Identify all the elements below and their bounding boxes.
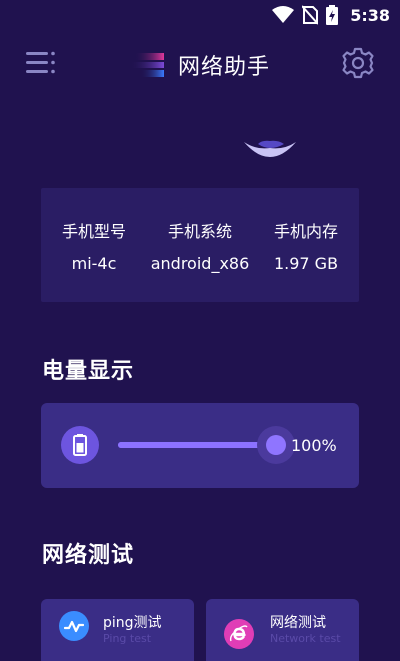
ping-test-subtitle: Ping test	[103, 632, 152, 645]
status-time: 5:38	[350, 5, 390, 25]
app-header: 网络助手	[0, 40, 400, 86]
network-test-icon-badge	[224, 619, 254, 649]
menu-icon	[26, 51, 55, 74]
status-bar: 5:38	[0, 0, 400, 32]
gear-icon	[342, 47, 374, 79]
battery-slider-thumb[interactable]	[266, 435, 286, 455]
ie-browser-icon	[229, 625, 248, 642]
battery-card: 100%	[41, 403, 359, 488]
ping-icon-badge	[59, 611, 89, 641]
device-model-label: 手机型号	[61, 222, 126, 241]
battery-icon-badge	[61, 426, 99, 464]
network-section-title: 网络测试	[42, 543, 135, 568]
app-logo-icon	[130, 53, 164, 77]
screen: 5:38 网络助手 手机型号 mi-4c 手机系统 android_x86 手机…	[0, 0, 400, 661]
battery-section-title: 电量显示	[42, 359, 135, 384]
decorative-graphic	[244, 140, 296, 157]
battery-charging-icon	[326, 5, 339, 25]
settings-button[interactable]	[341, 46, 375, 80]
pulse-icon	[64, 620, 84, 633]
ping-test-title: ping测试	[103, 615, 162, 631]
battery-percentage: 100%	[291, 436, 337, 455]
status-icons: 5:38	[272, 5, 390, 25]
network-test-subtitle: Network test	[270, 632, 341, 645]
device-model-value: mi-4c	[71, 254, 117, 273]
brand: 网络助手	[130, 49, 270, 81]
device-memory-label: 手机内存	[273, 222, 338, 241]
battery-level-slider[interactable]	[118, 442, 275, 448]
app-title: 网络助手	[178, 55, 271, 80]
ping-test-card[interactable]: ping测试 Ping test	[41, 599, 194, 661]
device-os-value: android_x86	[150, 254, 250, 273]
battery-level-fill	[118, 442, 275, 448]
no-sim-icon	[302, 5, 319, 25]
wifi-icon	[272, 6, 295, 23]
device-os-label: 手机系统	[167, 222, 232, 241]
menu-button[interactable]	[26, 50, 56, 76]
network-test-card[interactable]: 网络测试 Network test	[206, 599, 359, 661]
device-info-card: 手机型号 mi-4c 手机系统 android_x86 手机内存 1.97 GB	[41, 188, 359, 302]
device-memory-value: 1.97 GB	[273, 254, 339, 273]
network-test-title: 网络测试	[270, 615, 326, 631]
battery-icon	[73, 434, 87, 456]
